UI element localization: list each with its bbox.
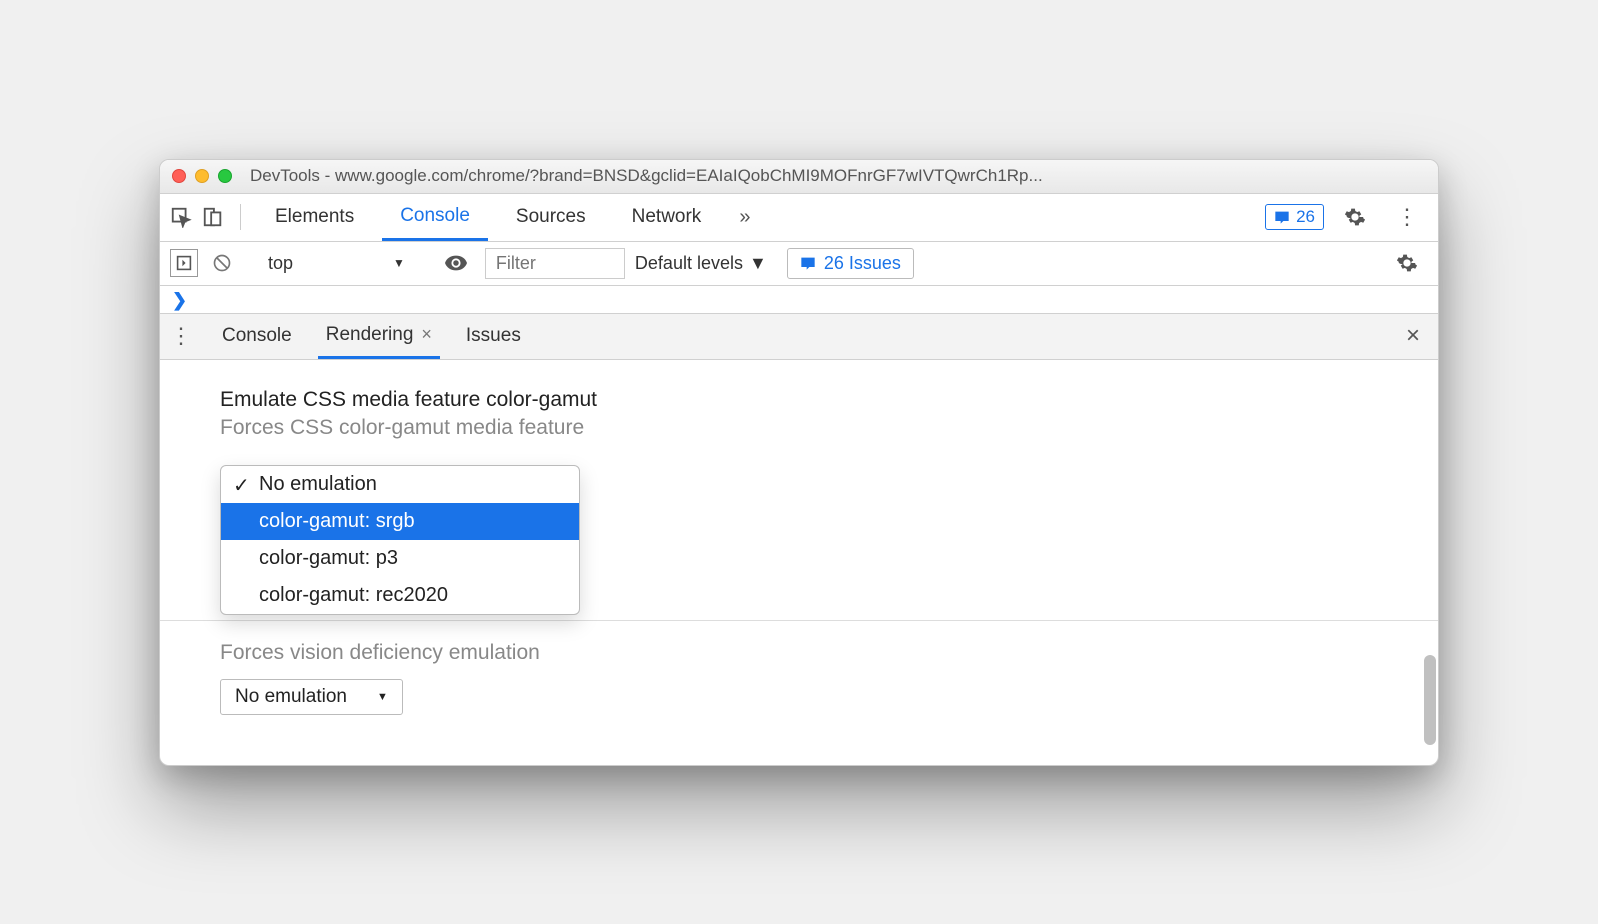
maximize-window-button[interactable] [218,169,232,183]
tab-network[interactable]: Network [614,194,720,241]
issues-badge[interactable]: 26 [1265,204,1324,230]
traffic-lights [172,169,232,183]
window-title: DevTools - www.google.com/chrome/?brand=… [250,166,1426,186]
main-toolbar: Elements Console Sources Network » 26 ⋮ [160,194,1438,242]
dropdown-option[interactable]: color-gamut: p3 [221,540,579,577]
divider [160,620,1438,621]
color-gamut-dropdown[interactable]: No emulation color-gamut: srgb color-gam… [220,465,580,615]
device-toggle-icon[interactable] [202,206,224,228]
context-selector-value: top [268,253,293,274]
dropdown-arrow-icon: ▼ [749,253,767,274]
devtools-window: DevTools - www.google.com/chrome/?brand=… [159,159,1439,766]
filter-input[interactable] [485,248,625,279]
issues-badge-count: 26 [1296,207,1315,227]
console-settings-icon[interactable] [1386,252,1428,274]
context-selector[interactable]: top ▼ [256,253,417,274]
log-levels-selector[interactable]: Default levels ▼ [635,253,767,274]
close-window-button[interactable] [172,169,186,183]
live-expression-icon[interactable] [437,255,475,271]
minimize-window-button[interactable] [195,169,209,183]
console-toolbar: top ▼ Default levels ▼ 26 Issues [160,242,1438,286]
rendering-panel: Emulate CSS media feature color-gamut Fo… [160,360,1438,765]
console-prompt[interactable]: ❯ [160,286,1438,314]
close-tab-icon[interactable]: × [421,324,432,345]
inspect-icon[interactable] [170,206,192,228]
console-sidebar-toggle-icon[interactable] [170,249,198,277]
drawer-more-icon[interactable]: ⋮ [170,323,196,349]
scrollbar-thumb[interactable] [1424,655,1436,745]
select-value: No emulation [235,686,347,708]
dropdown-option[interactable]: No emulation [221,466,579,503]
dropdown-arrow-icon: ▼ [377,691,388,703]
dropdown-arrow-icon: ▼ [393,256,405,270]
log-levels-label: Default levels [635,253,743,274]
tab-elements[interactable]: Elements [257,194,372,241]
section-description-obscured: Forces vision deficiency emulation [220,641,1378,665]
vision-deficiency-select[interactable]: No emulation ▼ [220,679,403,715]
drawer-tabbar: ⋮ Console Rendering × Issues × [160,314,1438,360]
issues-button[interactable]: 26 Issues [787,248,914,279]
clear-console-icon[interactable] [208,249,236,277]
drawer-tab-rendering[interactable]: Rendering × [318,314,440,359]
issues-button-label: 26 Issues [824,253,901,274]
separator [240,204,241,230]
close-drawer-icon[interactable]: × [1398,322,1428,350]
section-title: Emulate CSS media feature color-gamut [220,388,1378,412]
dropdown-option[interactable]: color-gamut: rec2020 [221,577,579,614]
section-description: Forces CSS color-gamut media feature [220,416,1378,440]
drawer-tab-console[interactable]: Console [214,314,300,359]
settings-icon[interactable] [1334,206,1376,228]
titlebar: DevTools - www.google.com/chrome/?brand=… [160,160,1438,194]
dropdown-option[interactable]: color-gamut: srgb [221,503,579,540]
drawer-tab-issues[interactable]: Issues [458,314,529,359]
tab-console[interactable]: Console [382,194,488,241]
tabs-overflow-icon[interactable]: » [729,206,760,229]
more-menu-icon[interactable]: ⋮ [1386,204,1428,230]
tab-sources[interactable]: Sources [498,194,604,241]
